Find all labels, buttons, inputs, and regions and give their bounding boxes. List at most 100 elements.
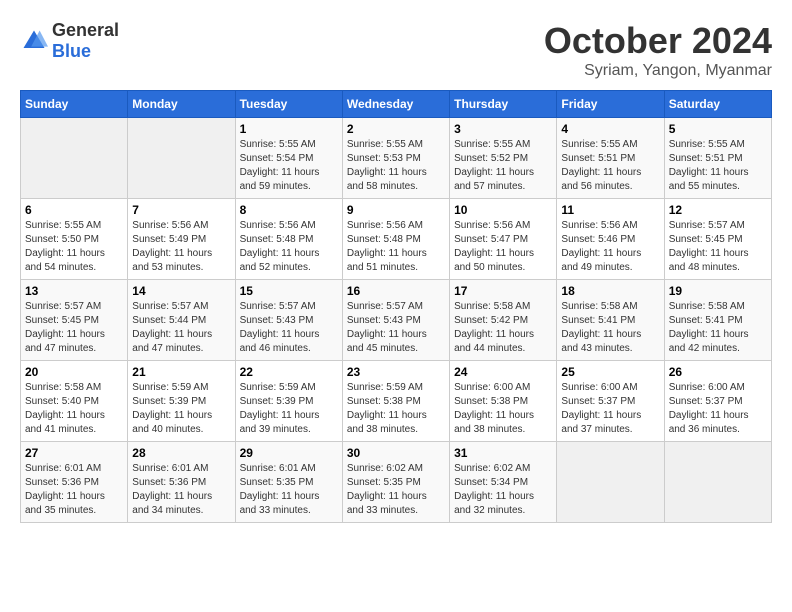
- day-info: Sunrise: 5:55 AMSunset: 5:51 PMDaylight:…: [669, 139, 749, 192]
- day-info: Sunrise: 5:59 AMSunset: 5:39 PMDaylight:…: [240, 382, 320, 435]
- day-number: 21: [132, 365, 230, 379]
- day-number: 26: [669, 365, 767, 379]
- day-cell: 13 Sunrise: 5:57 AMSunset: 5:45 PMDayligh…: [21, 280, 128, 361]
- day-cell: 31Sunrise: 6:02 AMSunset: 5:34 PMDayligh…: [450, 442, 557, 523]
- main-title: October 2024: [544, 20, 772, 62]
- day-cell: 11Sunrise: 5:56 AMSunset: 5:46 PMDayligh…: [557, 199, 664, 280]
- day-number: 25: [561, 365, 659, 379]
- day-cell: 7Sunrise: 5:56 AMSunset: 5:49 PMDaylight…: [128, 199, 235, 280]
- day-info: Sunrise: 5:57 AMSunset: 5:45 PMDaylight:…: [669, 220, 749, 273]
- day-number: 27: [25, 446, 123, 460]
- day-number: 29: [240, 446, 338, 460]
- day-cell: 25 Sunrise: 6:00 AMSunset: 5:37 PMDayligh…: [557, 361, 664, 442]
- calendar-table: SundayMondayTuesdayWednesdayThursdayFrid…: [20, 90, 772, 523]
- day-cell: 26 Sunrise: 6:00 AMSunset: 5:37 PMDayligh…: [664, 361, 771, 442]
- weekday-header-wednesday: Wednesday: [342, 91, 449, 118]
- day-info: Sunrise: 5:58 AMSunset: 5:42 PMDaylight:…: [454, 301, 534, 354]
- day-cell: 8 Sunrise: 5:56 AMSunset: 5:48 PMDaylight…: [235, 199, 342, 280]
- weekday-header-thursday: Thursday: [450, 91, 557, 118]
- day-number: 1: [240, 122, 338, 136]
- day-info: Sunrise: 6:01 AMSunset: 5:35 PMDaylight:…: [240, 463, 320, 516]
- day-info: Sunrise: 6:01 AMSunset: 5:36 PMDaylight:…: [25, 463, 105, 516]
- day-info: Sunrise: 5:55 AMSunset: 5:53 PMDaylight:…: [347, 139, 427, 192]
- header: General Blue October 2024 Syriam, Yangon…: [20, 20, 772, 80]
- day-info: Sunrise: 6:01 AMSunset: 5:36 PMDaylight:…: [132, 463, 212, 516]
- day-cell: 27 Sunrise: 6:01 AMSunset: 5:36 PMDayligh…: [21, 442, 128, 523]
- day-info: Sunrise: 5:58 AMSunset: 5:41 PMDaylight:…: [669, 301, 749, 354]
- day-info: Sunrise: 5:56 AMSunset: 5:47 PMDaylight:…: [454, 220, 534, 273]
- day-cell: 14 Sunrise: 5:57 AMSunset: 5:44 PMDayligh…: [128, 280, 235, 361]
- week-row-3: 13 Sunrise: 5:57 AMSunset: 5:45 PMDayligh…: [21, 280, 772, 361]
- day-cell: 9Sunrise: 5:56 AMSunset: 5:48 PMDaylight…: [342, 199, 449, 280]
- day-cell: 29 Sunrise: 6:01 AMSunset: 5:35 PMDayligh…: [235, 442, 342, 523]
- day-number: 13: [25, 284, 123, 298]
- day-number: 6: [25, 203, 123, 217]
- day-number: 17: [454, 284, 552, 298]
- day-cell: 10Sunrise: 5:56 AMSunset: 5:47 PMDayligh…: [450, 199, 557, 280]
- day-number: 30: [347, 446, 445, 460]
- day-cell: 1 Sunrise: 5:55 AMSunset: 5:54 PMDaylight…: [235, 118, 342, 199]
- day-number: 14: [132, 284, 230, 298]
- day-cell: 24 Sunrise: 6:00 AMSunset: 5:38 PMDayligh…: [450, 361, 557, 442]
- day-info: Sunrise: 6:00 AMSunset: 5:38 PMDaylight:…: [454, 382, 534, 435]
- day-number: 12: [669, 203, 767, 217]
- day-info: Sunrise: 5:56 AMSunset: 5:48 PMDaylight:…: [240, 220, 320, 273]
- day-number: 31: [454, 446, 552, 460]
- day-cell: 19 Sunrise: 5:58 AMSunset: 5:41 PMDayligh…: [664, 280, 771, 361]
- day-info: Sunrise: 5:57 AMSunset: 5:43 PMDaylight:…: [347, 301, 427, 354]
- day-cell: 28 Sunrise: 6:01 AMSunset: 5:36 PMDayligh…: [128, 442, 235, 523]
- day-number: 19: [669, 284, 767, 298]
- day-cell: 16 Sunrise: 5:57 AMSunset: 5:43 PMDayligh…: [342, 280, 449, 361]
- day-number: 28: [132, 446, 230, 460]
- day-cell: 12 Sunrise: 5:57 AMSunset: 5:45 PMDayligh…: [664, 199, 771, 280]
- day-info: Sunrise: 5:56 AMSunset: 5:46 PMDaylight:…: [561, 220, 641, 273]
- logo-general: General: [52, 20, 119, 40]
- weekday-header-row: SundayMondayTuesdayWednesdayThursdayFrid…: [21, 91, 772, 118]
- weekday-header-tuesday: Tuesday: [235, 91, 342, 118]
- day-number: 15: [240, 284, 338, 298]
- day-number: 20: [25, 365, 123, 379]
- logo-text: General Blue: [52, 20, 119, 62]
- day-number: 8: [240, 203, 338, 217]
- day-info: Sunrise: 5:58 AMSunset: 5:40 PMDaylight:…: [25, 382, 105, 435]
- day-cell: 17 Sunrise: 5:58 AMSunset: 5:42 PMDayligh…: [450, 280, 557, 361]
- day-cell: 4 Sunrise: 5:55 AMSunset: 5:51 PMDaylight…: [557, 118, 664, 199]
- day-info: Sunrise: 5:56 AMSunset: 5:49 PMDaylight:…: [132, 220, 212, 273]
- day-cell: [557, 442, 664, 523]
- day-info: Sunrise: 5:57 AMSunset: 5:44 PMDaylight:…: [132, 301, 212, 354]
- title-area: October 2024 Syriam, Yangon, Myanmar: [544, 20, 772, 80]
- week-row-4: 20 Sunrise: 5:58 AMSunset: 5:40 PMDayligh…: [21, 361, 772, 442]
- day-info: Sunrise: 5:55 AMSunset: 5:54 PMDaylight:…: [240, 139, 320, 192]
- day-number: 4: [561, 122, 659, 136]
- day-cell: 2 Sunrise: 5:55 AMSunset: 5:53 PMDaylight…: [342, 118, 449, 199]
- weekday-header-saturday: Saturday: [664, 91, 771, 118]
- day-cell: 5 Sunrise: 5:55 AMSunset: 5:51 PMDaylight…: [664, 118, 771, 199]
- day-info: Sunrise: 5:59 AMSunset: 5:39 PMDaylight:…: [132, 382, 212, 435]
- day-info: Sunrise: 5:58 AMSunset: 5:41 PMDaylight:…: [561, 301, 641, 354]
- day-number: 2: [347, 122, 445, 136]
- day-cell: 18 Sunrise: 5:58 AMSunset: 5:41 PMDayligh…: [557, 280, 664, 361]
- day-cell: 30Sunrise: 6:02 AMSunset: 5:35 PMDayligh…: [342, 442, 449, 523]
- week-row-5: 27 Sunrise: 6:01 AMSunset: 5:36 PMDayligh…: [21, 442, 772, 523]
- week-row-1: 1 Sunrise: 5:55 AMSunset: 5:54 PMDaylight…: [21, 118, 772, 199]
- day-number: 9: [347, 203, 445, 217]
- day-info: Sunrise: 5:57 AMSunset: 5:45 PMDaylight:…: [25, 301, 105, 354]
- day-info: Sunrise: 6:00 AMSunset: 5:37 PMDaylight:…: [669, 382, 749, 435]
- day-number: 5: [669, 122, 767, 136]
- day-cell: 21 Sunrise: 5:59 AMSunset: 5:39 PMDayligh…: [128, 361, 235, 442]
- day-number: 3: [454, 122, 552, 136]
- day-info: Sunrise: 6:00 AMSunset: 5:37 PMDaylight:…: [561, 382, 641, 435]
- day-cell: [128, 118, 235, 199]
- day-info: Sunrise: 5:55 AMSunset: 5:51 PMDaylight:…: [561, 139, 641, 192]
- day-cell: 15Sunrise: 5:57 AMSunset: 5:43 PMDayligh…: [235, 280, 342, 361]
- day-cell: [21, 118, 128, 199]
- logo-icon: [20, 27, 48, 55]
- day-cell: 22Sunrise: 5:59 AMSunset: 5:39 PMDayligh…: [235, 361, 342, 442]
- subtitle: Syriam, Yangon, Myanmar: [544, 62, 772, 80]
- day-number: 24: [454, 365, 552, 379]
- day-number: 18: [561, 284, 659, 298]
- day-number: 16: [347, 284, 445, 298]
- day-info: Sunrise: 5:55 AMSunset: 5:50 PMDaylight:…: [25, 220, 105, 273]
- day-number: 23: [347, 365, 445, 379]
- day-cell: [664, 442, 771, 523]
